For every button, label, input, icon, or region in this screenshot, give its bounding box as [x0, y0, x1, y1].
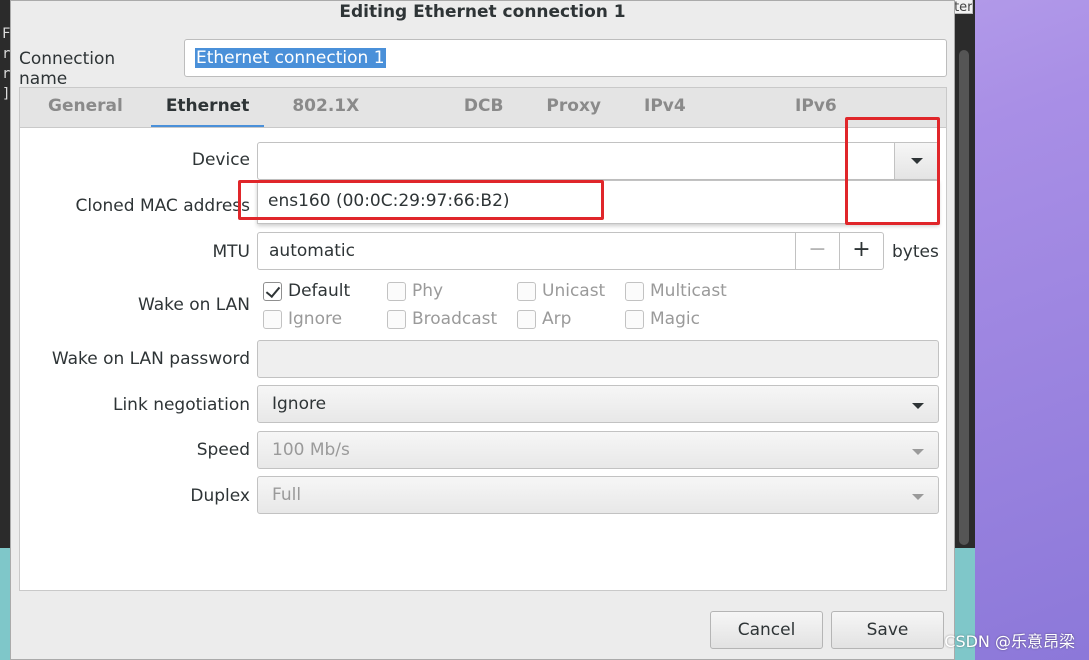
speed-combo[interactable]: 100 Mb/s: [257, 431, 939, 469]
wol-password-input[interactable]: [257, 340, 939, 378]
tab-8021x-security[interactable]: 802.1X Security: [292, 88, 421, 152]
annotation-highlight-device-option: [238, 180, 604, 220]
tab-proxy[interactable]: Proxy: [546, 88, 601, 128]
tab-dcb[interactable]: DCB: [464, 88, 504, 128]
save-button[interactable]: Save: [831, 611, 944, 649]
settings-tabs: General Ethernet 802.1X Security DCB Pro…: [19, 87, 947, 152]
wake-on-lan-label: Wake on LAN: [137, 295, 250, 315]
chevron-down-icon: [912, 449, 924, 455]
connection-name-input[interactable]: Ethernet connection 1: [184, 39, 947, 77]
tab-ipv4-settings[interactable]: IPv4 Settings: [644, 88, 752, 152]
link-negotiation-value: Ignore: [272, 394, 327, 414]
dialog-title: Editing Ethernet connection 1: [339, 2, 626, 22]
chevron-down-icon: [912, 494, 924, 500]
speed-label: Speed: [196, 440, 250, 460]
mtu-spinbutton[interactable]: automatic − +: [257, 232, 884, 270]
connection-name-value: Ethernet connection 1: [195, 48, 386, 68]
terminal-scrollbar[interactable]: [959, 50, 969, 545]
wol-broadcast-checkbox[interactable]: Broadcast: [387, 309, 497, 329]
mtu-unit-label: bytes: [892, 242, 939, 262]
cloned-mac-label: Cloned MAC address: [75, 196, 250, 216]
wol-default-checkbox[interactable]: Default: [263, 281, 350, 301]
device-label: Device: [191, 150, 250, 170]
wol-phy-checkbox[interactable]: Phy: [387, 281, 443, 301]
checkbox-icon: [387, 309, 406, 329]
checkbox-icon: [625, 281, 644, 301]
mtu-increment-button[interactable]: +: [839, 233, 883, 269]
edit-connection-dialog: Editing Ethernet connection 1 Connection…: [10, 0, 955, 660]
checkbox-icon: [517, 309, 536, 329]
mtu-decrement-button[interactable]: −: [795, 233, 839, 269]
checkbox-icon: [387, 281, 406, 301]
wol-multicast-checkbox[interactable]: Multicast: [625, 281, 727, 301]
duplex-label: Duplex: [190, 486, 250, 506]
wol-password-label: Wake on LAN password: [51, 349, 250, 369]
chevron-down-icon: [912, 403, 924, 409]
link-negotiation-combo[interactable]: Ignore: [257, 385, 939, 423]
annotation-highlight-dropdown-button: [845, 117, 940, 225]
checkbox-icon: [625, 309, 644, 329]
wol-arp-checkbox[interactable]: Arp: [517, 309, 571, 329]
watermark-text: CSDN @乐意昂梁: [944, 632, 1075, 651]
wol-magic-checkbox[interactable]: Magic: [625, 309, 700, 329]
wol-unicast-checkbox[interactable]: Unicast: [517, 281, 605, 301]
tab-general[interactable]: General: [48, 88, 123, 128]
checkbox-icon: [517, 281, 536, 301]
mtu-label: MTU: [212, 242, 251, 262]
cancel-button[interactable]: Cancel: [710, 611, 823, 649]
tab-ethernet[interactable]: Ethernet: [150, 88, 264, 128]
mtu-value: automatic: [269, 241, 355, 261]
connection-name-label: Connection name: [19, 49, 116, 89]
duplex-combo[interactable]: Full: [257, 476, 939, 514]
wol-ignore-checkbox[interactable]: Ignore: [263, 309, 342, 329]
checkbox-icon: [263, 309, 282, 329]
link-negotiation-label: Link negotiation: [112, 395, 250, 415]
duplex-value: Full: [272, 485, 302, 505]
speed-value: 100 Mb/s: [272, 440, 350, 460]
device-combo[interactable]: [257, 142, 939, 180]
checkbox-checked-icon: [263, 281, 282, 301]
